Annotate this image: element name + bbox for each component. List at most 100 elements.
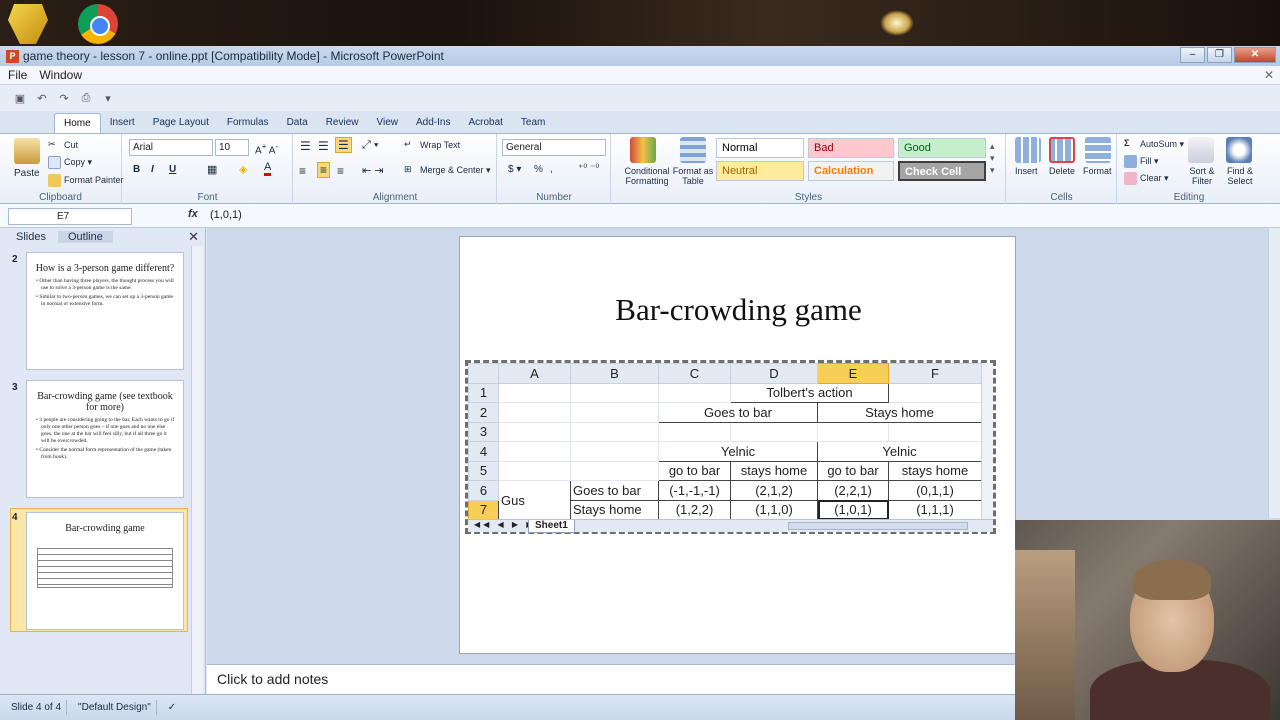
yelnic-action-cell[interactable]: go to bar (817, 460, 889, 481)
chrome-icon[interactable] (78, 4, 118, 44)
copy-button[interactable]: Copy ▾ (48, 156, 92, 169)
cell[interactable] (570, 402, 659, 423)
percent-icon[interactable]: % (534, 164, 543, 175)
bold-icon[interactable]: B (133, 164, 140, 175)
indent-icons[interactable]: ⇤ ⇥ (362, 164, 384, 177)
orientation-icon[interactable]: ⤢ ▾ (362, 139, 378, 152)
currency-icon[interactable]: $ ▾ (508, 164, 521, 175)
row-header-selected[interactable]: 7 (468, 499, 499, 520)
grow-font-icon[interactable]: A+ A- (255, 141, 278, 156)
format-as-table-icon[interactable] (680, 137, 706, 163)
gus-action-cell[interactable]: Goes to bar (570, 480, 659, 501)
payoff-cell[interactable]: (-1,-1,-1) (658, 480, 731, 501)
yelnic-header-cell[interactable]: Yelnic (658, 441, 818, 462)
cell[interactable] (570, 460, 659, 481)
autosum-button[interactable]: Σ AutoSum ▾ (1124, 138, 1184, 151)
tab-add-ins[interactable]: Add-Ins (407, 113, 459, 133)
cell[interactable] (658, 421, 731, 442)
row-header[interactable]: 1 (468, 382, 499, 403)
style-good[interactable]: Good (898, 138, 986, 158)
paste-button[interactable]: Paste (14, 168, 40, 179)
restore-icon[interactable]: ❐ (1207, 47, 1232, 63)
cell[interactable] (570, 421, 659, 442)
formula-input[interactable]: (1,0,1) (210, 209, 242, 221)
editor-vertical-scrollbar[interactable] (1268, 228, 1280, 518)
yelnic-action-cell[interactable]: stays home (888, 460, 982, 481)
cut-button[interactable]: ✂ Cut (48, 139, 78, 152)
gus-label-cell[interactable]: Gus (498, 480, 571, 520)
sheet-vertical-scrollbar[interactable] (981, 363, 993, 519)
menu-window[interactable]: Window (39, 68, 82, 82)
delete-cells-button[interactable]: Delete (1049, 166, 1075, 176)
cell[interactable] (498, 382, 571, 403)
paste-icon[interactable] (14, 138, 40, 164)
tab-view[interactable]: View (367, 113, 407, 133)
align-bottom-icon[interactable]: ☰ (335, 137, 352, 153)
binoculars-icon[interactable] (1226, 137, 1252, 163)
fill-color-icon[interactable]: ◈ (239, 163, 247, 176)
sheet-horizontal-scrollbar[interactable] (788, 522, 968, 530)
fill-button[interactable]: Fill ▾ (1124, 155, 1159, 168)
theme-name[interactable]: "Default Design" (73, 700, 157, 715)
payoff-cell[interactable]: (2,1,2) (730, 480, 818, 501)
active-cell[interactable]: (1,0,1) (817, 499, 889, 520)
borders-icon[interactable]: ▦ (207, 163, 217, 176)
desktop-app-icon[interactable] (8, 4, 48, 44)
yelnic-header-cell[interactable]: Yelnic (817, 441, 982, 462)
redo-icon[interactable]: ↷ (56, 90, 72, 106)
format-cells-icon[interactable] (1085, 137, 1111, 163)
notes-pane[interactable]: Click to add notes (207, 664, 1015, 694)
tab-data[interactable]: Data (278, 113, 317, 133)
row-header[interactable]: 5 (468, 460, 499, 481)
format-cells-button[interactable]: Format (1083, 166, 1112, 176)
powerpoint-icon[interactable]: P (6, 49, 19, 63)
sheet-tab[interactable]: Sheet1 (528, 520, 575, 533)
delete-cells-icon[interactable] (1049, 137, 1075, 163)
cell[interactable] (817, 421, 889, 442)
cell[interactable] (658, 382, 731, 403)
stays-home-header-cell[interactable]: Stays home (817, 402, 982, 423)
spellcheck-icon[interactable]: ✓ (163, 700, 181, 715)
number-format-dropdown[interactable]: General (502, 139, 606, 156)
close-icon[interactable]: ✕ (1234, 47, 1276, 63)
tab-slides[interactable]: Slides (6, 231, 56, 243)
column-header-selected[interactable]: E (817, 363, 889, 384)
tab-page-layout[interactable]: Page Layout (144, 113, 218, 133)
name-box[interactable]: E7 (8, 208, 132, 225)
slide-title[interactable]: Bar-crowding game (460, 292, 1017, 328)
font-name-dropdown[interactable]: Arial (129, 139, 213, 156)
row-header[interactable]: 3 (468, 421, 499, 442)
tab-team[interactable]: Team (512, 113, 554, 133)
menu-close-icon[interactable]: ✕ (1264, 68, 1274, 82)
find-select-button[interactable]: Find & Select (1222, 166, 1258, 186)
tab-outline[interactable]: Outline (57, 231, 113, 243)
italic-icon[interactable]: I (151, 164, 154, 175)
style-bad[interactable]: Bad (808, 138, 894, 158)
spreadsheet-grid[interactable]: A B C D E F 1 Tolbert's action 2 Goes to… (468, 363, 982, 520)
payoff-cell[interactable]: (0,1,1) (888, 480, 982, 501)
cell[interactable] (570, 382, 659, 403)
align-right-icon[interactable]: ≡ (337, 164, 344, 178)
slide-thumbnail[interactable]: How is a 3-person game different? • Othe… (26, 252, 184, 370)
tab-home[interactable]: Home (54, 113, 101, 133)
cell[interactable] (888, 421, 982, 442)
column-header[interactable]: F (888, 363, 982, 384)
gus-action-cell[interactable]: Stays home (570, 499, 659, 520)
cell[interactable] (498, 402, 571, 423)
style-calculation[interactable]: Calculation (808, 161, 894, 181)
conditional-formatting-icon[interactable] (630, 137, 656, 163)
customize-qat-icon[interactable]: ▾ (100, 90, 116, 106)
save-icon[interactable]: ▣ (12, 90, 28, 106)
style-neutral[interactable]: Neutral (716, 161, 804, 181)
column-header[interactable]: C (658, 363, 731, 384)
merge-center-button[interactable]: ⊞ Merge & Center ▾ (404, 164, 491, 177)
payoff-cell[interactable]: (1,1,1) (888, 499, 982, 520)
column-header[interactable]: A (498, 363, 571, 384)
styles-scroll-icon[interactable]: ▴ ▾ ▾ (990, 140, 995, 176)
yelnic-action-cell[interactable]: stays home (730, 460, 818, 481)
wrap-text-button[interactable]: ↵ Wrap Text (404, 139, 460, 152)
slide-thumbnail[interactable]: Bar-crowding game (26, 512, 184, 630)
tolbert-header-cell[interactable]: Tolbert's action (730, 382, 889, 403)
sort-filter-button[interactable]: Sort & Filter (1184, 166, 1220, 186)
payoff-cell[interactable]: (1,2,2) (658, 499, 731, 520)
